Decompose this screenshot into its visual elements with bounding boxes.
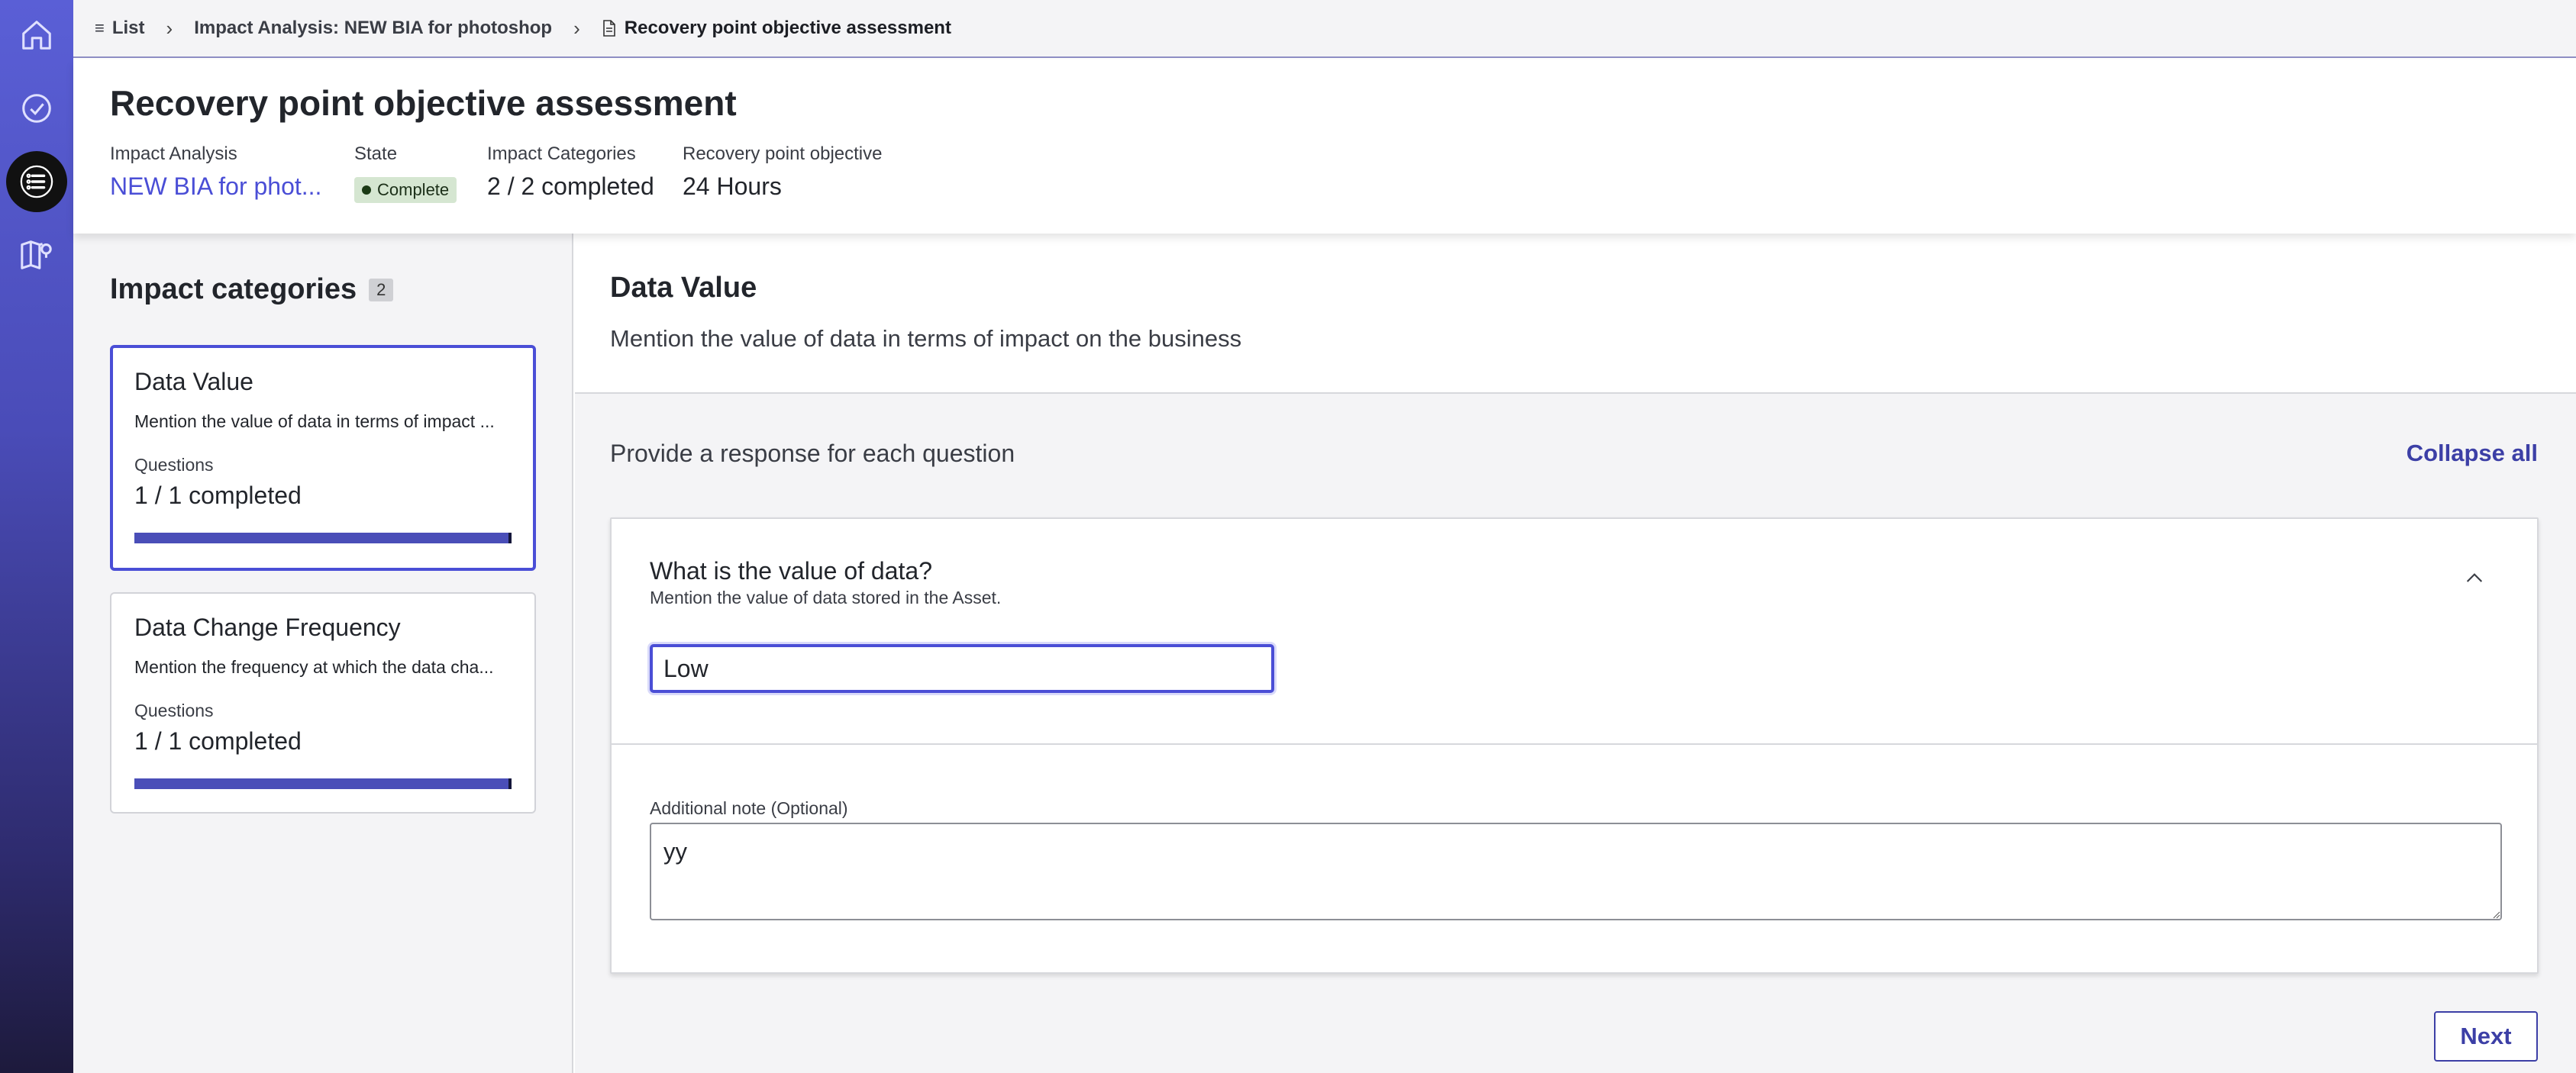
panel-title-text: Impact categories	[110, 273, 357, 305]
rpo-meta: Recovery point objective 24 Hours	[683, 143, 882, 201]
chevron-right-icon: ›	[573, 16, 580, 40]
response-prompt: Provide a response for each question	[610, 440, 1015, 467]
impact-analysis-meta: Impact Analysis NEW BIA for phot...	[110, 143, 321, 201]
additional-note-field[interactable]: yy	[650, 823, 2502, 920]
answer-input[interactable]	[650, 644, 1274, 693]
card-questions-value: 1 / 1 completed	[134, 482, 302, 509]
card-questions-label: Questions	[134, 455, 214, 475]
list-icon: ≡	[95, 18, 105, 37]
breadcrumb: ≡ List › Impact Analysis: NEW BIA for ph…	[73, 0, 2576, 58]
status-dot-icon	[362, 185, 371, 195]
question-title: What is the value of data?	[650, 557, 932, 585]
next-button[interactable]: Next	[2434, 1011, 2538, 1062]
progress-fill	[134, 533, 512, 543]
card-questions-label: Questions	[134, 701, 214, 720]
impact-categories-panel: Impact categories 2 Data Value Mention t…	[73, 234, 573, 1073]
question-card: What is the value of data? Mention the v…	[610, 517, 2539, 974]
home-button[interactable]	[6, 5, 67, 66]
impact-analysis-link[interactable]: NEW BIA for phot...	[110, 172, 321, 201]
collapse-all-link[interactable]: Collapse all	[2407, 440, 2538, 467]
impact-analysis-label: Impact Analysis	[110, 143, 237, 164]
document-icon	[602, 20, 615, 37]
tasks-button[interactable]	[6, 78, 67, 139]
category-header: Data Value Mention the value of data in …	[575, 234, 2576, 394]
status-badge: Complete	[354, 177, 457, 203]
category-card-data-change-frequency[interactable]: Data Change Frequency Mention the freque…	[110, 592, 536, 814]
resize-handle-icon[interactable]	[2491, 910, 2500, 919]
breadcrumb-impact-analysis[interactable]: Impact Analysis: NEW BIA for photoshop	[194, 18, 552, 39]
note-label: Additional note (Optional)	[650, 798, 848, 818]
chevron-up-icon[interactable]	[2462, 566, 2487, 591]
page-title: Recovery point objective assessment	[110, 83, 737, 123]
question-description: Mention the value of data stored in the …	[650, 588, 1002, 607]
panel-title: Impact categories 2	[110, 273, 394, 306]
state-label: State	[354, 143, 398, 164]
card-title: Data Change Frequency	[134, 614, 401, 641]
card-description: Mention the value of data in terms of im…	[134, 411, 495, 431]
breadcrumb-list[interactable]: ≡ List	[95, 18, 145, 39]
breadcrumb-current: Recovery point objective assessment	[602, 18, 951, 39]
rpo-label: Recovery point objective	[683, 143, 883, 164]
impact-categories-meta: Impact Categories 2 / 2 completed	[487, 143, 654, 201]
card-title: Data Value	[134, 368, 253, 395]
progress-fill	[134, 778, 512, 789]
state-meta: State Complete	[354, 143, 457, 203]
left-rail	[0, 0, 73, 1073]
category-title: Data Value	[610, 272, 757, 304]
progress-bar	[134, 778, 512, 789]
chevron-right-icon: ›	[166, 16, 173, 40]
category-detail: Data Value Mention the value of data in …	[575, 234, 2576, 1073]
card-description: Mention the frequency at which the data …	[134, 657, 494, 677]
map-icon	[21, 240, 52, 269]
check-circle-icon	[22, 94, 51, 123]
card-questions-value: 1 / 1 completed	[134, 727, 302, 755]
impact-categories-label: Impact Categories	[487, 143, 636, 164]
count-badge: 2	[369, 278, 394, 301]
list-button[interactable]	[6, 151, 67, 212]
breadcrumb-label: List	[111, 18, 145, 38]
status-text: Complete	[377, 180, 450, 199]
breadcrumb-label: Recovery point objective assessment	[624, 18, 951, 38]
category-description: Mention the value of data in terms of im…	[610, 325, 1242, 352]
category-card-data-value[interactable]: Data Value Mention the value of data in …	[110, 345, 536, 571]
list-icon	[20, 165, 53, 198]
rpo-value: 24 Hours	[683, 172, 782, 200]
impact-categories-value: 2 / 2 completed	[487, 172, 654, 200]
map-button[interactable]	[6, 224, 67, 285]
home-icon	[22, 21, 51, 50]
breadcrumb-label: Impact Analysis: NEW BIA for photoshop	[194, 18, 553, 38]
page-header: Recovery point objective assessment Impa…	[73, 60, 2576, 234]
divider	[612, 743, 2537, 745]
progress-bar	[134, 533, 512, 543]
